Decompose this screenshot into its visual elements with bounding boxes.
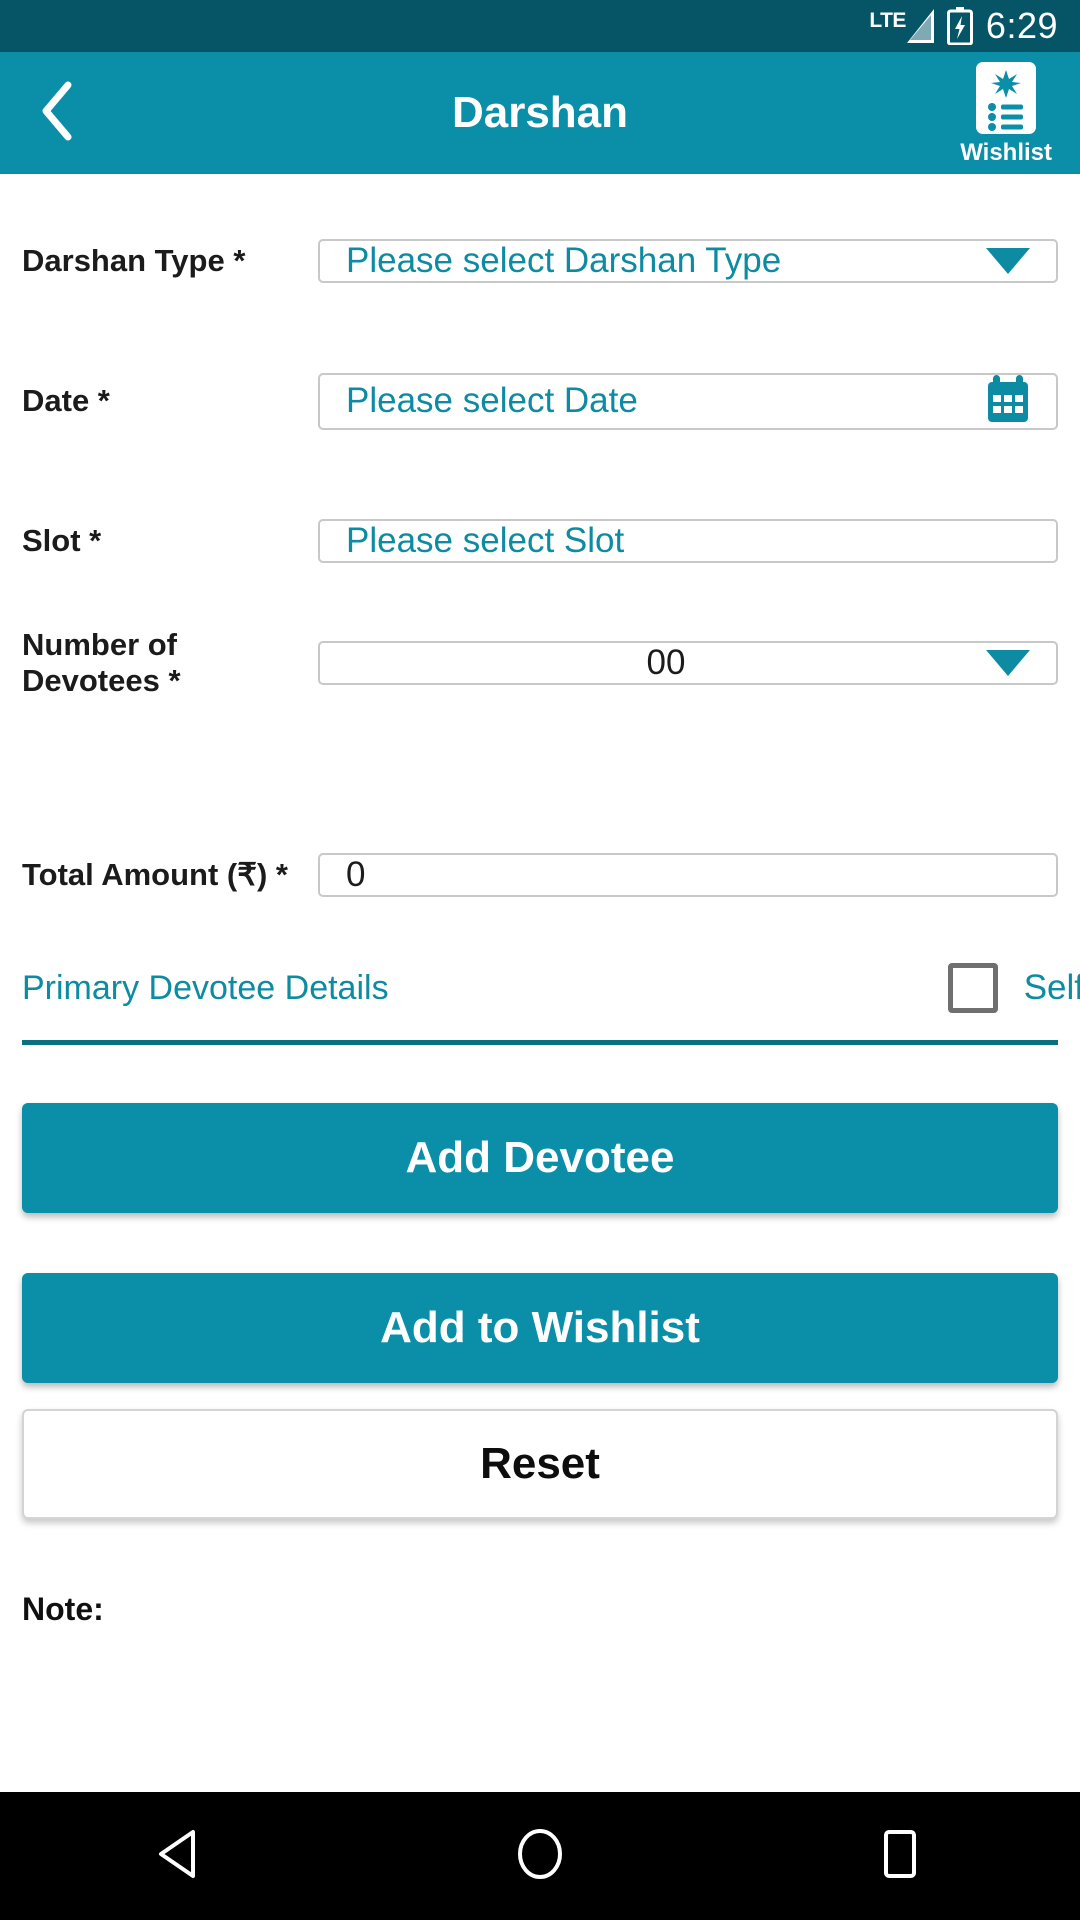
field-row-date: Date * Please select Date bbox=[22, 344, 1058, 458]
total-amount-value: 0 bbox=[346, 855, 366, 894]
darshan-type-select[interactable]: Please select Darshan Type bbox=[318, 239, 1058, 283]
nav-back-button[interactable] bbox=[110, 1792, 250, 1920]
wishlist-button[interactable]: Wishlist bbox=[960, 61, 1052, 166]
calendar-icon[interactable] bbox=[986, 374, 1030, 428]
nav-home-button[interactable] bbox=[470, 1792, 610, 1920]
field-label-devotees: Number of Devotees * bbox=[22, 627, 181, 698]
field-row-slot: Slot * Please select Slot bbox=[22, 484, 1058, 598]
network-type-label: LTE bbox=[869, 9, 906, 32]
chevron-down-icon bbox=[986, 650, 1030, 676]
slot-value: Please select Slot bbox=[346, 521, 625, 560]
primary-devotee-title: Primary Devotee Details bbox=[22, 968, 389, 1007]
self-label: Self bbox=[1023, 968, 1080, 1007]
status-bar: LTE 6:29 bbox=[0, 0, 1080, 52]
nav-recents-button[interactable] bbox=[830, 1792, 970, 1920]
app-bar: Darshan Wishlist bbox=[0, 52, 1080, 174]
slot-field[interactable]: Please select Slot bbox=[318, 519, 1058, 563]
date-picker-field[interactable]: Please select Date bbox=[318, 372, 1058, 430]
signal-group: LTE bbox=[869, 9, 934, 43]
chevron-left-icon bbox=[38, 79, 78, 148]
chevron-down-icon bbox=[986, 248, 1030, 274]
form-content: Darshan Type * Please select Darshan Typ… bbox=[0, 174, 1080, 1628]
devotees-count-select[interactable]: 00 bbox=[318, 641, 1058, 685]
add-to-wishlist-button[interactable]: Add to Wishlist bbox=[22, 1273, 1058, 1383]
field-row-darshan-type: Darshan Type * Please select Darshan Typ… bbox=[22, 204, 1058, 318]
devotees-count-value: 00 bbox=[646, 643, 686, 682]
primary-devotee-header: Primary Devotee Details Self bbox=[22, 950, 1080, 1026]
wishlist-label: Wishlist bbox=[960, 138, 1052, 166]
page-title: Darshan bbox=[451, 88, 629, 137]
field-label-total-amount: Total Amount (₹) * bbox=[22, 857, 288, 892]
wishlist-document-icon bbox=[976, 61, 1037, 139]
field-row-total-amount: Total Amount (₹) * 0 bbox=[22, 832, 1058, 918]
field-row-devotees: Number of Devotees * 00 bbox=[22, 620, 1058, 706]
field-label-date: Date * bbox=[22, 383, 110, 418]
field-label-slot: Slot * bbox=[22, 523, 102, 558]
self-checkbox[interactable] bbox=[947, 963, 998, 1013]
field-label-darshan-type: Darshan Type * bbox=[22, 243, 246, 278]
home-circle-icon bbox=[515, 1827, 565, 1886]
recents-square-icon bbox=[878, 1829, 922, 1884]
signal-icon bbox=[906, 9, 934, 43]
date-value: Please select Date bbox=[346, 381, 638, 420]
self-toggle-group: Self bbox=[947, 963, 1080, 1013]
back-triangle-icon bbox=[157, 1829, 203, 1884]
reset-button[interactable]: Reset bbox=[22, 1409, 1058, 1519]
status-bar-right: LTE 6:29 bbox=[869, 7, 1058, 45]
note-label: Note: bbox=[22, 1591, 104, 1627]
darshan-type-value: Please select Darshan Type bbox=[346, 241, 782, 280]
battery-charging-icon bbox=[946, 7, 973, 45]
android-navigation-bar bbox=[0, 1792, 1080, 1920]
add-devotee-button[interactable]: Add Devotee bbox=[22, 1103, 1058, 1213]
total-amount-input[interactable]: 0 bbox=[318, 853, 1058, 897]
back-button[interactable] bbox=[20, 75, 96, 151]
clock-label: 6:29 bbox=[985, 5, 1058, 46]
